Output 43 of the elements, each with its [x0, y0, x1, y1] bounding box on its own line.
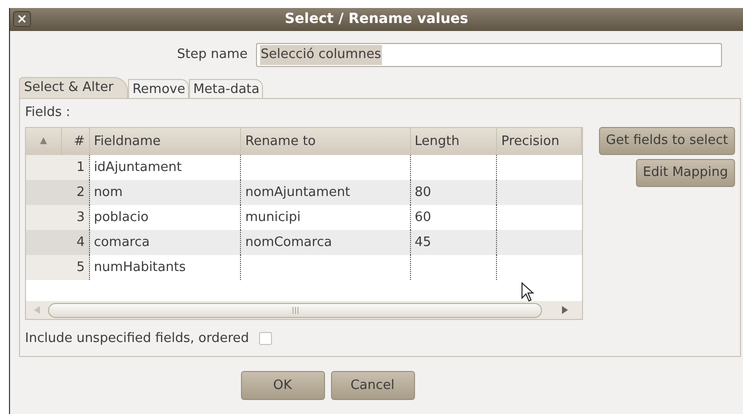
- include-unspecified-label: Include unspecified fields, ordered: [25, 330, 250, 348]
- row-header-cell: [26, 230, 62, 255]
- table-cell-text: municipi: [245, 208, 301, 227]
- mapping-button[interactable]: Edit Mapping: [636, 159, 735, 187]
- scrollbar-thumb[interactable]: [48, 302, 542, 318]
- table-cell-text: numHabitants: [94, 258, 186, 277]
- tab[interactable]: Select & Alter: [19, 77, 128, 98]
- row-header-cell: [26, 180, 62, 205]
- row-header-cell: [26, 205, 62, 230]
- row-number: 2: [62, 180, 90, 205]
- row-header-cell: [26, 255, 62, 280]
- table-cell-text: 45: [414, 234, 432, 252]
- fields-label: Fields :: [25, 105, 72, 121]
- table-row[interactable]: 2 nom nomAjuntament 80: [26, 180, 582, 205]
- row-number: 5: [62, 255, 90, 280]
- table-cell-text: nom: [94, 184, 123, 202]
- mapping-button[interactable]: Get fields to select: [598, 127, 735, 155]
- grip-icon: [292, 306, 298, 314]
- row-number: 1: [62, 155, 90, 180]
- step-name-field[interactable]: Selecció columnes: [256, 43, 722, 67]
- mouse-pointer-icon: [521, 282, 534, 302]
- table-cell-text: comarca: [94, 234, 150, 252]
- table-cell-text: nomComarca: [245, 234, 332, 252]
- table-cell-text: poblacio: [94, 208, 149, 227]
- table-cell-text: 60: [414, 208, 432, 227]
- row-header-cell: [26, 155, 62, 180]
- close-button[interactable]: ×: [13, 11, 31, 27]
- step-name-label: Step name: [177, 46, 248, 64]
- table-cell-text: nomAjuntament: [245, 184, 350, 202]
- row-number: 3: [62, 205, 90, 230]
- table-cell-text: 80: [414, 184, 432, 202]
- table-row[interactable]: 4 comarca nomComarca 45: [26, 230, 582, 255]
- table-cell-text: idAjuntament: [94, 158, 182, 177]
- row-number: 4: [62, 230, 90, 255]
- dialog-button[interactable]: OK: [240, 371, 324, 400]
- tab[interactable]: Remove: [128, 79, 190, 98]
- dialog-button[interactable]: Cancel: [330, 371, 414, 400]
- scroll-right-icon[interactable]: [562, 306, 568, 314]
- horizontal-scrollbar[interactable]: [26, 301, 582, 319]
- window-title: Select / Rename values: [284, 10, 468, 29]
- scroll-left-icon[interactable]: [34, 306, 40, 314]
- tab[interactable]: Meta-data: [189, 79, 264, 98]
- include-unspecified-checkbox[interactable]: [259, 332, 272, 346]
